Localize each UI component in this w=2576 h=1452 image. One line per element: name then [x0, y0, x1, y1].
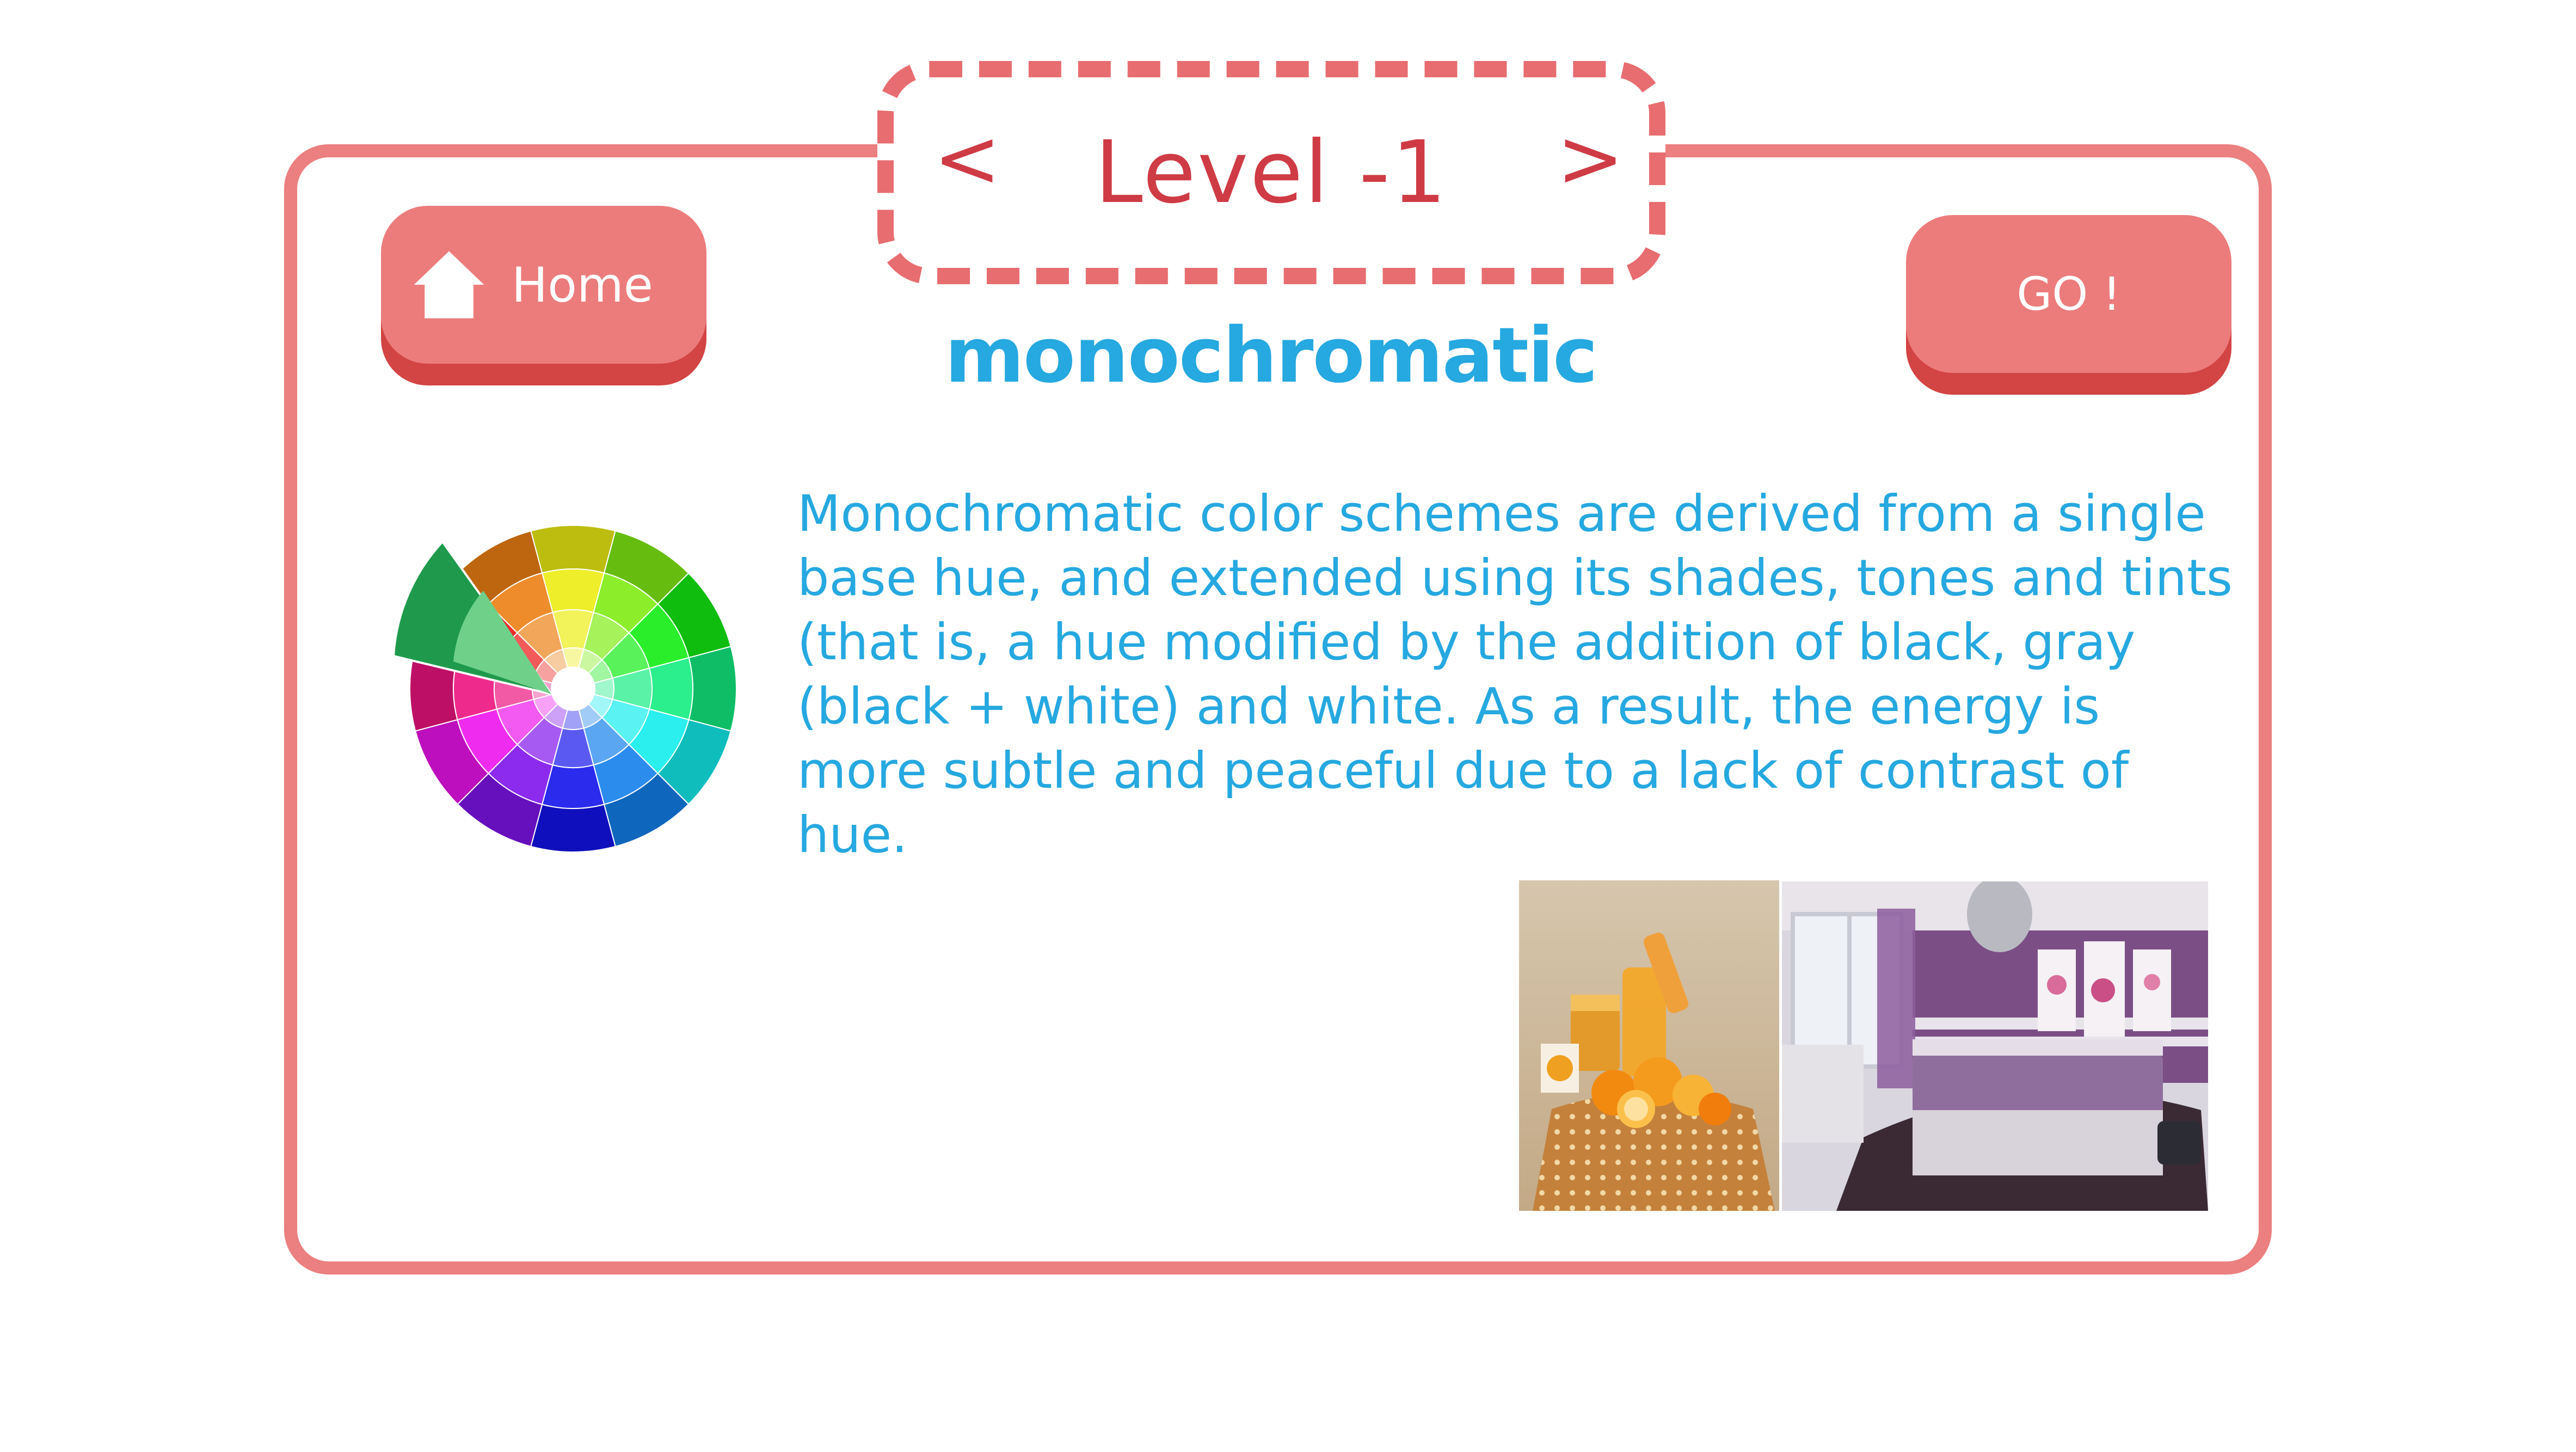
home-icon — [414, 251, 484, 318]
wheel-segment — [530, 525, 616, 574]
orange-still-life-image — [1519, 880, 1779, 1211]
home-button[interactable]: Home — [381, 206, 706, 364]
wheel-segment — [530, 804, 616, 853]
purple-bedroom-image — [1782, 881, 2208, 1211]
go-button[interactable]: GO ! — [1906, 215, 2231, 373]
prev-level-button[interactable]: < — [933, 112, 1001, 205]
scheme-title: monochromatic — [944, 311, 1598, 400]
home-button-label: Home — [512, 256, 653, 313]
go-button-label: GO ! — [2016, 267, 2121, 321]
color-wheel-icon — [392, 525, 737, 853]
level-title: Level -1 — [1095, 122, 1448, 223]
scheme-description: Monochromatic color schemes are derived … — [797, 485, 2233, 864]
wheel-segment — [688, 646, 737, 732]
next-level-button[interactable]: > — [1557, 112, 1624, 205]
